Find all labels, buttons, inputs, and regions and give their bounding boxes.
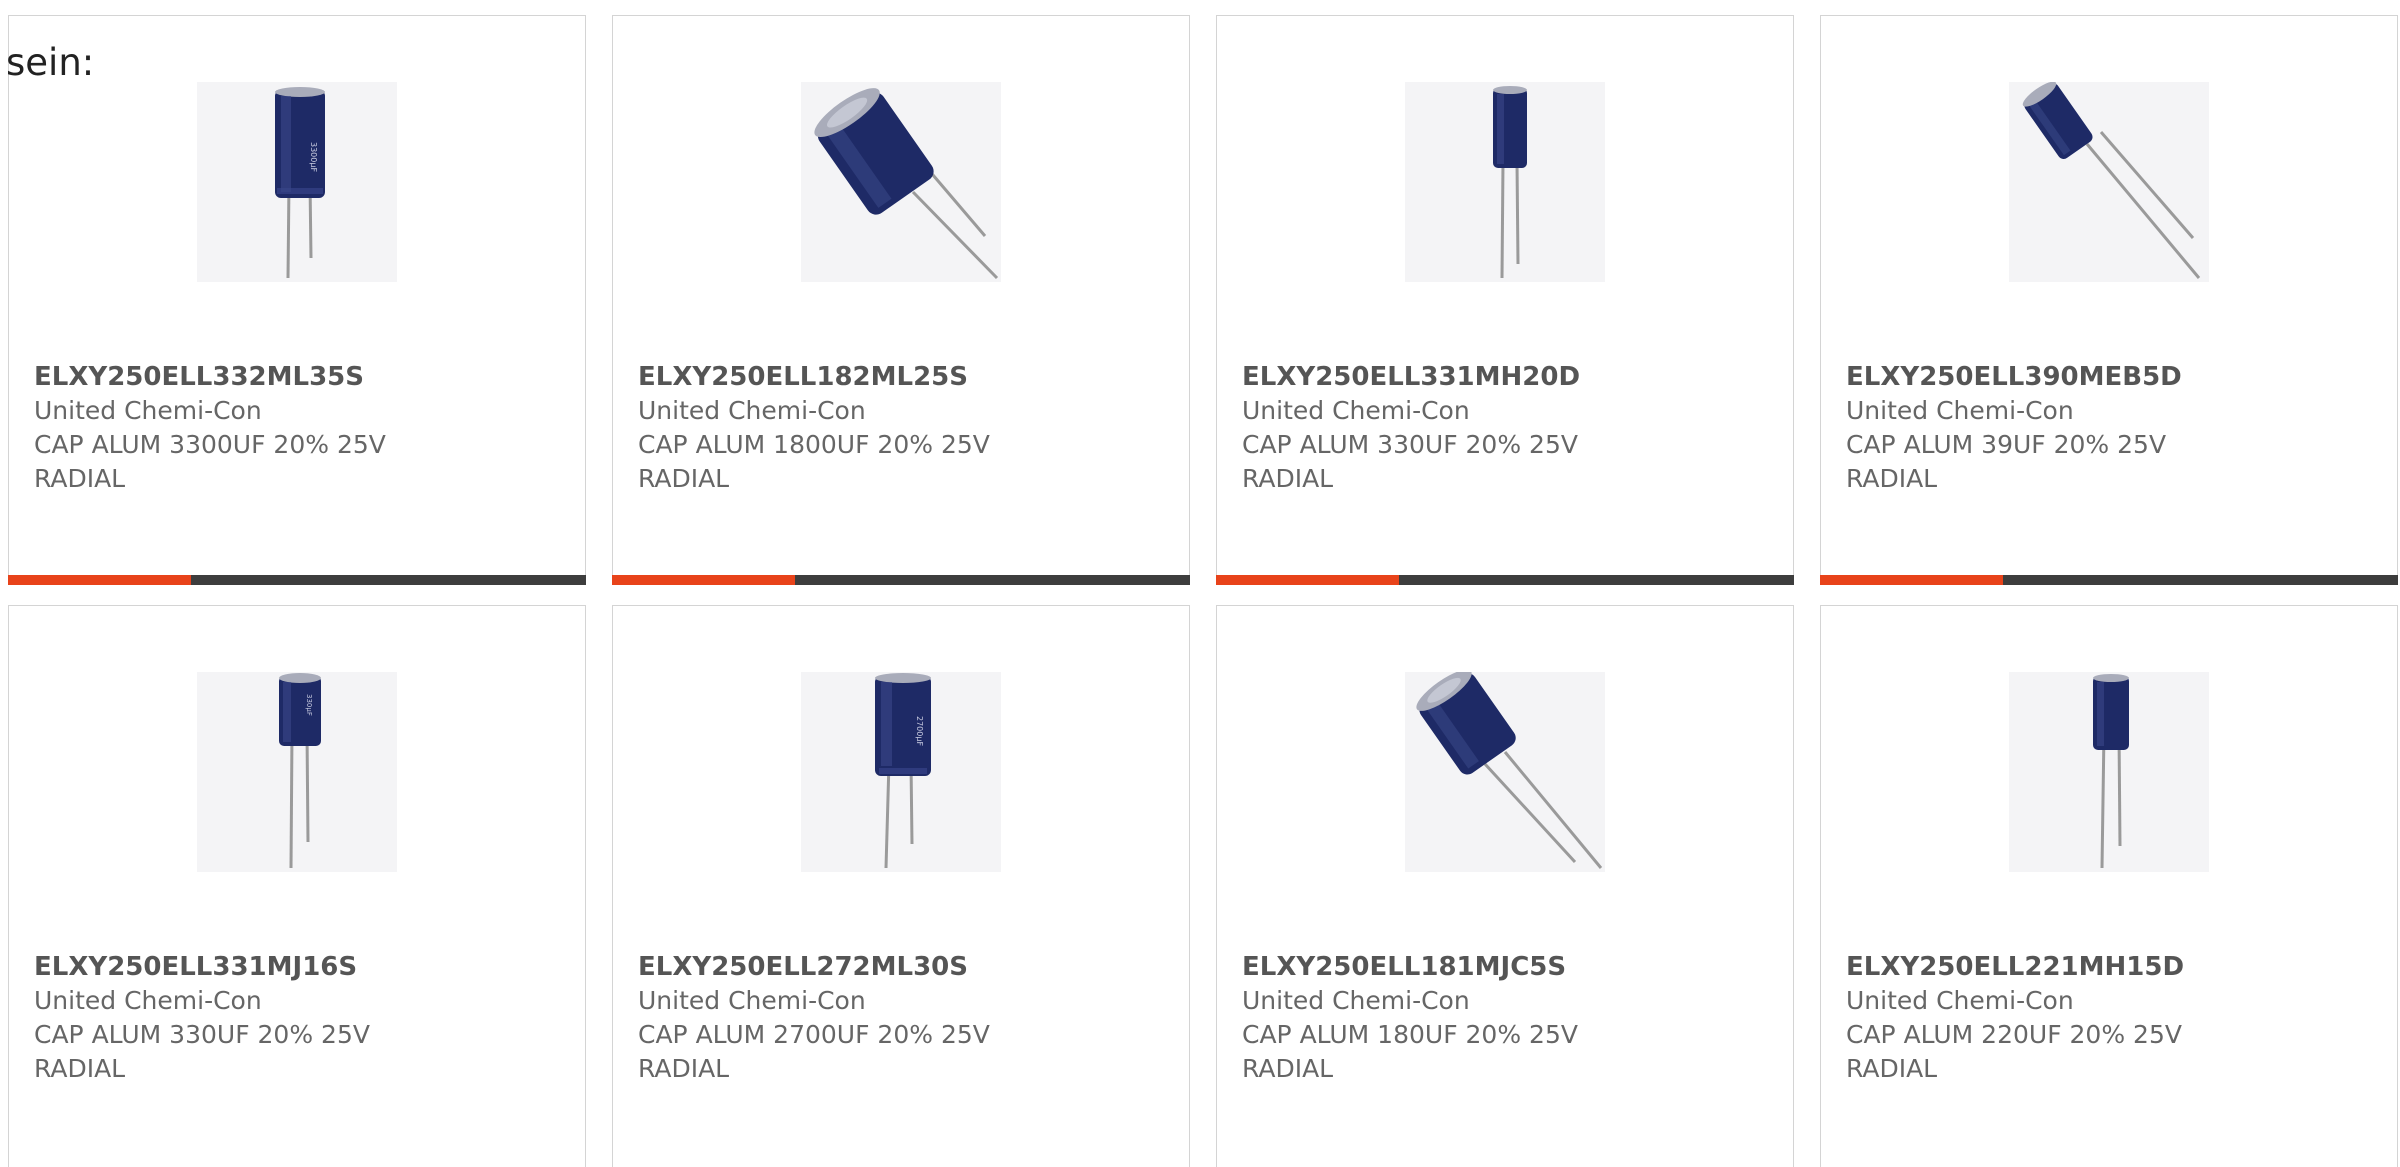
product-image[interactable] xyxy=(2009,82,2209,282)
part-number[interactable]: ELXY250ELL182ML25S xyxy=(638,360,1169,394)
description-package: RADIAL xyxy=(1242,1054,1334,1083)
manufacturer: United Chemi-Con xyxy=(638,396,866,425)
product-image[interactable]: 330μF xyxy=(197,672,397,872)
product-image[interactable] xyxy=(2009,672,2209,872)
intro-text: sein: xyxy=(6,41,95,84)
capacitor-upright-icon: 330μF xyxy=(279,673,321,869)
part-number[interactable]: ELXY250ELL331MJ16S xyxy=(34,950,565,984)
product-image[interactable]: 3300μF xyxy=(197,82,397,282)
product-card[interactable]: 2700μF ELXY250ELL272ML30S United Chemi-C… xyxy=(612,605,1190,1167)
card-accent-bar xyxy=(8,575,191,585)
description-package: RADIAL xyxy=(1242,464,1334,493)
product-info: ELXY250ELL181MJC5S United Chemi-Con CAP … xyxy=(1242,950,1773,1086)
product-info: ELXY250ELL331MJ16S United Chemi-Con CAP … xyxy=(34,950,565,1086)
capacitor-upright-icon xyxy=(2093,674,2129,869)
description: CAP ALUM 330UF 20% 25V xyxy=(1242,430,1578,459)
capacitor-upright-icon: 3300μF xyxy=(275,87,325,279)
product-card[interactable]: ELXY250ELL331MH20D United Chemi-Con CAP … xyxy=(1216,15,1794,585)
card-accent-bar xyxy=(612,575,795,585)
capacitor-tilted-icon xyxy=(1416,672,1603,869)
product-grid-page: sein: 3300μF ELXY250ELL332ML35S United C… xyxy=(0,0,2400,1167)
product-image[interactable] xyxy=(801,82,1001,282)
product-card[interactable]: ELXY250ELL182ML25S United Chemi-Con CAP … xyxy=(612,15,1190,585)
description-package: RADIAL xyxy=(34,464,126,493)
product-grid: 3300μF ELXY250ELL332ML35S United Chemi-C… xyxy=(8,15,2400,1167)
product-image[interactable] xyxy=(1405,82,1605,282)
product-info: ELXY250ELL221MH15D United Chemi-Con CAP … xyxy=(1846,950,2377,1086)
card-bottom-bar xyxy=(612,575,1190,585)
description: CAP ALUM 1800UF 20% 25V xyxy=(638,430,990,459)
card-accent-bar xyxy=(1820,575,2003,585)
product-card[interactable]: 330μF ELXY250ELL331MJ16S United Chemi-Co… xyxy=(8,605,586,1167)
capacitor-upright-icon: 2700μF xyxy=(875,673,931,869)
part-number[interactable]: ELXY250ELL221MH15D xyxy=(1846,950,2377,984)
description: CAP ALUM 3300UF 20% 25V xyxy=(34,430,386,459)
svg-text:3300μF: 3300μF xyxy=(309,142,318,172)
description-package: RADIAL xyxy=(1846,464,1938,493)
part-number[interactable]: ELXY250ELL272ML30S xyxy=(638,950,1169,984)
manufacturer: United Chemi-Con xyxy=(34,986,262,1015)
description: CAP ALUM 180UF 20% 25V xyxy=(1242,1020,1578,1049)
description: CAP ALUM 220UF 20% 25V xyxy=(1846,1020,2182,1049)
description: CAP ALUM 330UF 20% 25V xyxy=(34,1020,370,1049)
manufacturer: United Chemi-Con xyxy=(1242,396,1470,425)
manufacturer: United Chemi-Con xyxy=(1846,396,2074,425)
description: CAP ALUM 39UF 20% 25V xyxy=(1846,430,2167,459)
product-card[interactable]: ELXY250ELL390MEB5D United Chemi-Con CAP … xyxy=(1820,15,2398,585)
description-package: RADIAL xyxy=(638,1054,730,1083)
product-image[interactable] xyxy=(1405,672,1605,872)
capacitor-upright-icon xyxy=(1493,86,1527,279)
capacitor-tilted-icon xyxy=(2022,82,2201,279)
capacitor-tilted-icon xyxy=(814,88,999,280)
description: CAP ALUM 2700UF 20% 25V xyxy=(638,1020,990,1049)
description-package: RADIAL xyxy=(638,464,730,493)
product-image[interactable]: 2700μF xyxy=(801,672,1001,872)
card-bottom-bar xyxy=(8,575,586,585)
product-card[interactable]: 3300μF ELXY250ELL332ML35S United Chemi-C… xyxy=(8,15,586,585)
description-package: RADIAL xyxy=(1846,1054,1938,1083)
product-info: ELXY250ELL332ML35S United Chemi-Con CAP … xyxy=(34,360,565,496)
part-number[interactable]: ELXY250ELL332ML35S xyxy=(34,360,565,394)
card-bottom-bar xyxy=(1820,575,2398,585)
part-number[interactable]: ELXY250ELL390MEB5D xyxy=(1846,360,2377,394)
description-package: RADIAL xyxy=(34,1054,126,1083)
part-number[interactable]: ELXY250ELL331MH20D xyxy=(1242,360,1773,394)
manufacturer: United Chemi-Con xyxy=(1242,986,1470,1015)
product-info: ELXY250ELL272ML30S United Chemi-Con CAP … xyxy=(638,950,1169,1086)
manufacturer: United Chemi-Con xyxy=(1846,986,2074,1015)
card-bottom-bar xyxy=(1216,575,1794,585)
part-number[interactable]: ELXY250ELL181MJC5S xyxy=(1242,950,1773,984)
svg-text:2700μF: 2700μF xyxy=(915,716,924,746)
manufacturer: United Chemi-Con xyxy=(34,396,262,425)
svg-text:330μF: 330μF xyxy=(305,694,313,716)
product-info: ELXY250ELL390MEB5D United Chemi-Con CAP … xyxy=(1846,360,2377,496)
product-card[interactable]: ELXY250ELL181MJC5S United Chemi-Con CAP … xyxy=(1216,605,1794,1167)
manufacturer: United Chemi-Con xyxy=(638,986,866,1015)
product-info: ELXY250ELL182ML25S United Chemi-Con CAP … xyxy=(638,360,1169,496)
product-card[interactable]: ELXY250ELL221MH15D United Chemi-Con CAP … xyxy=(1820,605,2398,1167)
card-accent-bar xyxy=(1216,575,1399,585)
product-info: ELXY250ELL331MH20D United Chemi-Con CAP … xyxy=(1242,360,1773,496)
